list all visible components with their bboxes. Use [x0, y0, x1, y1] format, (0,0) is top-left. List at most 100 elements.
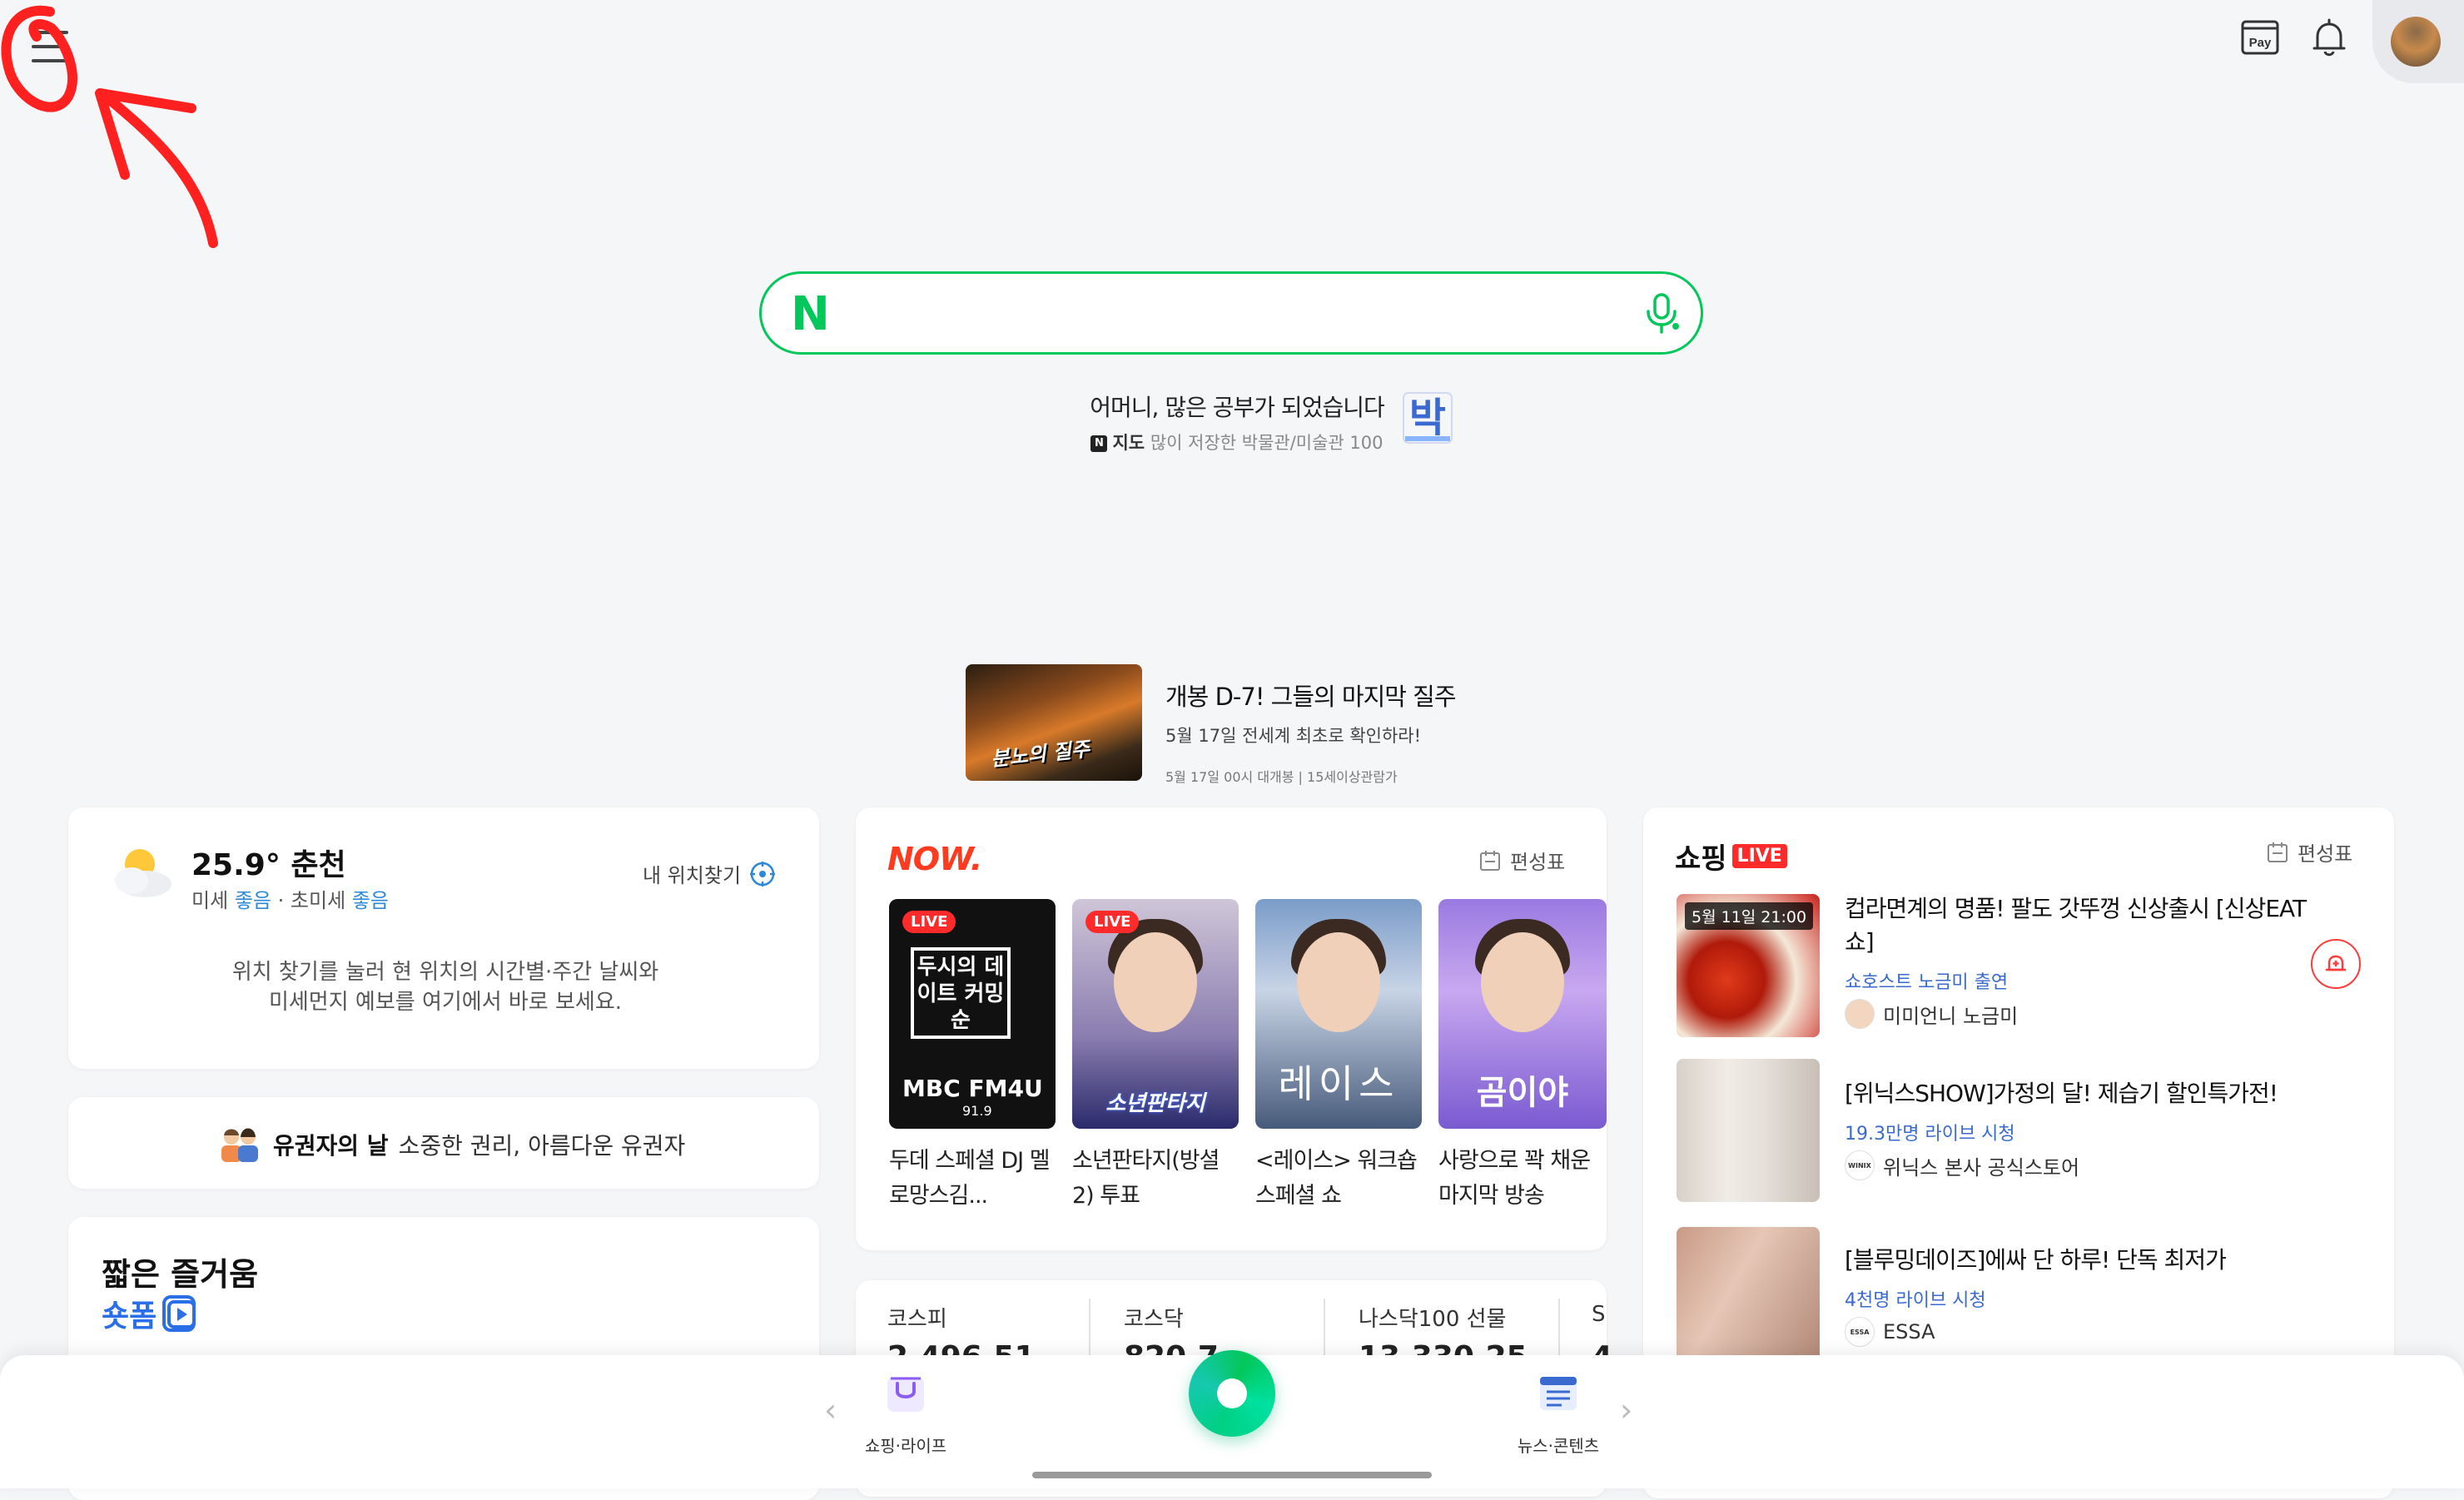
weather-desc-line: 위치 찾기를 눌러 현 위치의 시간별·주간 날씨와 [231, 960, 659, 985]
weather-card [68, 807, 819, 1069]
shopping-item-seller[interactable]: WINIX 위닉스 본사 공식스토어 [1845, 1150, 2079, 1180]
news-content-tab[interactable]: 뉴스·콘텐츠 [1492, 1370, 1625, 1457]
stock-label[interactable]: 코스피 [887, 1302, 947, 1333]
shopping-item-title[interactable]: 컵라면계의 명품! 팔도 갓뚜껑 신상출시 [신상EAT쇼] [1845, 892, 2311, 959]
weather-desc-line: 미세먼지 예보를 여기에서 바로 보세요. [268, 990, 623, 1015]
program-overlay-text: 곰이야 [1476, 1074, 1569, 1112]
green-dot-center [1217, 1378, 1247, 1408]
dust-info: 미세 좋음 · 초미세 좋음 [191, 884, 389, 913]
notification-button[interactable] [2306, 15, 2352, 62]
shopping-item-image[interactable]: 5월 11일 21:00 [1677, 894, 1820, 1037]
shopping-item-title[interactable]: [블루밍데이즈]에싸 단 하루! 단독 최저가 [1845, 1244, 2311, 1277]
broadcast-time-tag: 5월 11일 21:00 [1685, 902, 1814, 930]
now-caption[interactable]: 두데 스페셜 DJ 멜로망스김... [889, 1144, 1056, 1214]
now-logo[interactable]: NOW. [887, 841, 982, 877]
live-label: LIVE [1731, 844, 1787, 868]
shopping-live-logo[interactable]: 쇼핑 LIVE [1675, 836, 1787, 877]
shopping-schedule-button[interactable]: 편성표 [2266, 837, 2352, 867]
ad-image-title: 분노의 질주 [990, 737, 1091, 772]
ad-image[interactable]: 분노의 질주 [966, 664, 1142, 781]
seller-name: 미미언니 노금미 [1883, 1004, 2019, 1028]
shortform-title: 짧은 즐거움 [102, 1256, 259, 1293]
now-schedule-button[interactable]: 편성표 [1478, 846, 1565, 875]
ad-fineprint: 5월 17일 00시 대개봉 | 15세이상관람가 [1165, 769, 1398, 785]
now-thumbnail[interactable]: 레이스 [1255, 899, 1422, 1129]
search-input[interactable] [759, 271, 1703, 355]
shopping-item-meta: 쇼호스트 노금미 출연 [1845, 972, 2009, 993]
find-location-button[interactable]: 내 위치찾기 [643, 859, 776, 888]
voice-search-button[interactable] [1637, 288, 1687, 338]
shopping-bag-icon [887, 1377, 924, 1412]
calendar-icon [1480, 850, 1500, 871]
now-thumbnail[interactable]: LIVE 두시의 데이트 커밍순 MBC FM4U 91.9 [889, 899, 1056, 1129]
shopping-life-tab[interactable]: 쇼핑·라이프 [839, 1370, 972, 1457]
now-caption[interactable]: 사랑으로 꽉 채운 마지막 방송 [1438, 1144, 1605, 1214]
profile-area[interactable] [2372, 0, 2464, 83]
voters-icon [221, 1128, 258, 1162]
ad-text[interactable]: 개봉 D-7! 그들의 마지막 질주 5월 17일 전세계 최초로 확인하라! … [1165, 678, 1457, 786]
now-thumbnail[interactable]: 곰이야 [1438, 899, 1607, 1129]
seller-logo: ESSA [1845, 1317, 1875, 1347]
live-badge: LIVE [1085, 911, 1140, 933]
shopping-label: 쇼핑 [1675, 842, 1727, 876]
stock-label[interactable]: 나스닥100 선물 [1359, 1302, 1507, 1333]
promo-service: 지도 [1112, 433, 1145, 453]
promo-sub-text: 많이 저장한 박물관/미술관 100 [1150, 433, 1384, 453]
dust-label: 미세 [191, 889, 229, 912]
stock-label[interactable]: S [1592, 1302, 1606, 1327]
museum-icon[interactable]: 박 [1398, 388, 1457, 448]
weather-description: 위치 찾기를 눌러 현 위치의 시간별·주간 날씨와 미세먼지 예보를 여기에서… [108, 957, 782, 1017]
divider [1089, 1299, 1090, 1357]
now-thumbnail[interactable]: LIVE 소년판타지 [1072, 899, 1239, 1129]
alarm-bell-icon [2325, 955, 2347, 971]
shopping-life-label: 쇼핑·라이프 [864, 1436, 947, 1456]
location-target-icon [750, 861, 776, 887]
stock-label[interactable]: 코스닥 [1124, 1302, 1184, 1333]
dust-value: 좋음 [234, 889, 271, 912]
promo-title: 어머니, 많은 공부가 되었습니다 [1090, 394, 1384, 421]
home-indicator[interactable] [1032, 1472, 1432, 1478]
news-icon [1540, 1377, 1577, 1410]
voter-day-title: 유권자의 날 [273, 1132, 389, 1160]
news-content-label: 뉴스·콘텐츠 [1517, 1436, 1600, 1456]
shopping-item-image[interactable] [1677, 1227, 1820, 1370]
schedule-label: 편성표 [1510, 851, 1566, 874]
pay-button[interactable]: Pay [2239, 17, 2281, 58]
ad-subtitle: 5월 17일 전세계 최초로 확인하라! [1165, 726, 1422, 746]
bell-icon [2312, 18, 2346, 57]
shopping-item-meta: 4천명 라이브 시청 [1845, 1290, 1986, 1311]
chevron-left-icon[interactable]: ‹ [824, 1392, 837, 1428]
promo-banner[interactable]: 어머니, 많은 공부가 되었습니다 N 지도 많이 저장한 박물관/미술관 100 [1079, 390, 1395, 454]
now-caption[interactable]: 소년판타지(방셜2) 투표 [1072, 1144, 1239, 1214]
chevron-right-icon[interactable]: › [1620, 1392, 1632, 1428]
calendar-icon [2268, 842, 2288, 862]
station-logo: MBC FM4U [902, 1075, 1043, 1102]
avatar[interactable] [2391, 17, 2441, 67]
shopping-item-seller[interactable]: 미미언니 노금미 [1845, 999, 2018, 1029]
person-face [1114, 932, 1197, 1032]
promo-subtitle: N 지도 많이 저장한 박물관/미술관 100 [1079, 430, 1395, 454]
dust-separator: · [277, 889, 285, 912]
shopping-item-meta: 19.3만명 라이브 시청 [1845, 1124, 2015, 1145]
program-overlay-text: 레이스 [1278, 1061, 1399, 1106]
play-icon [162, 1295, 196, 1332]
alarm-button[interactable] [2311, 939, 2361, 989]
fine-dust-label: 초미세 [290, 889, 346, 912]
person-face [1297, 932, 1380, 1032]
seller-name: ESSA [1883, 1320, 1935, 1344]
green-dot-button[interactable] [1189, 1350, 1275, 1437]
shopping-item-image[interactable] [1677, 1059, 1820, 1202]
shortform-brand[interactable]: 숏폼 [102, 1292, 200, 1335]
shopping-item-title[interactable]: [위닉스SHOW]가정의 달! 제습기 할인특가전! [1845, 1077, 2311, 1110]
shopping-item-seller[interactable]: ESSA ESSA [1845, 1317, 1935, 1347]
schedule-label: 편성표 [2298, 842, 2353, 866]
find-location-label: 내 위치찾기 [643, 864, 742, 887]
program-overlay-text: 소년판타지 [1105, 1091, 1205, 1116]
divider [1558, 1299, 1560, 1357]
shortform-label: 숏폼 [102, 1299, 157, 1334]
seller-logo: WINIX [1845, 1150, 1875, 1180]
voter-day-banner[interactable]: 유권자의 날 소중한 권리, 아름다운 유권자 [216, 1125, 685, 1164]
person-face [1481, 932, 1564, 1032]
seller-name: 위닉스 본사 공식스토어 [1883, 1155, 2080, 1180]
now-caption[interactable]: <레이스> 워크숍 스페셜 쇼 [1255, 1144, 1422, 1214]
